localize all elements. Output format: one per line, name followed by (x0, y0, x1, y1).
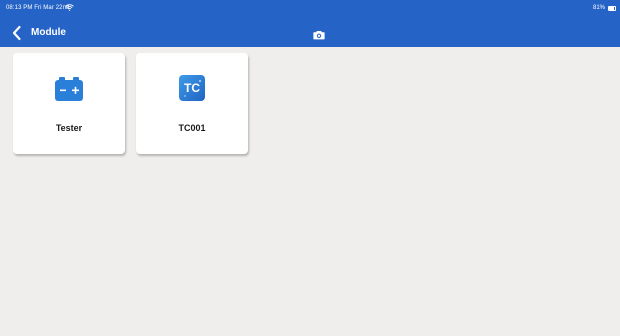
status-bar: 08:13 PM Fri Mar 22nd 81% (0, 0, 620, 16)
battery-status: 81% (593, 5, 616, 11)
module-tile-tester[interactable]: Tester (13, 53, 125, 154)
battery-tester-icon (55, 77, 83, 101)
chevron-left-icon (12, 25, 21, 41)
status-time: 08:13 PM Fri Mar 22nd (6, 5, 70, 11)
module-label: Tester (55, 123, 83, 133)
camera-icon (313, 31, 325, 40)
tc-logo-icon: TC (179, 75, 205, 101)
app-header: 08:13 PM Fri Mar 22nd 81% Module (0, 0, 620, 47)
module-label: TC001 (178, 123, 206, 133)
tc-logo-text: TC (184, 81, 200, 95)
module-tile-tc001[interactable]: TC TC001 (136, 53, 248, 154)
page-title: Module (31, 27, 66, 38)
battery-level (609, 6, 614, 10)
battery-percent: 81% (592, 5, 605, 11)
screenshot-button[interactable] (313, 27, 325, 40)
wifi-icon (65, 4, 74, 11)
battery-icon (608, 5, 616, 11)
back-button[interactable] (10, 24, 24, 42)
